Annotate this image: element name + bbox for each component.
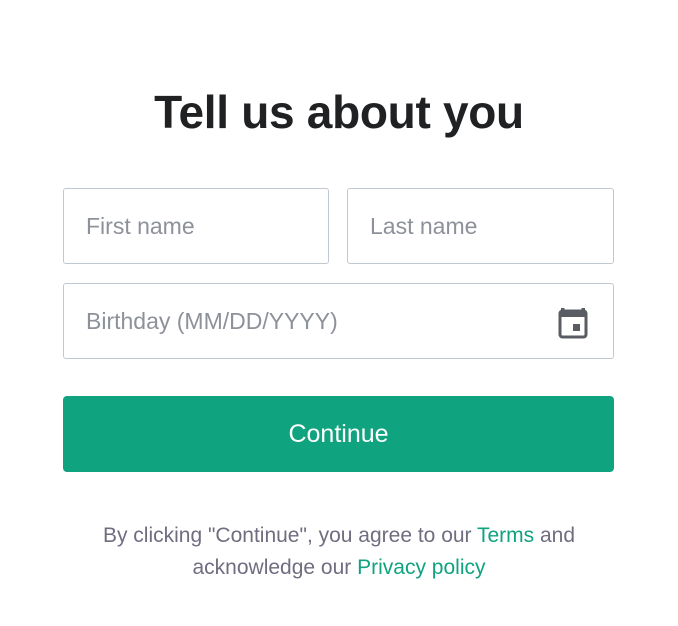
first-name-field[interactable] [63,188,329,264]
terms-link[interactable]: Terms [477,524,534,547]
legal-text-middle: and [534,524,576,547]
calendar-icon[interactable] [557,305,589,339]
first-name-input[interactable] [64,189,328,263]
last-name-field[interactable] [347,188,614,264]
continue-button[interactable]: Continue [63,396,614,472]
page-title: Tell us about you [154,86,524,138]
signup-page: Tell us about you Continue By clicking "… [0,0,678,626]
birthday-field[interactable] [63,283,614,359]
legal-text-line2: acknowledge our [192,556,358,579]
legal-notice: By clicking "Continue", you agree to our… [0,520,678,584]
birthday-input[interactable] [64,284,613,358]
last-name-input[interactable] [348,189,613,263]
privacy-policy-link[interactable]: Privacy policy [357,556,485,579]
legal-text-prefix: By clicking "Continue", you agree to our [102,524,477,547]
